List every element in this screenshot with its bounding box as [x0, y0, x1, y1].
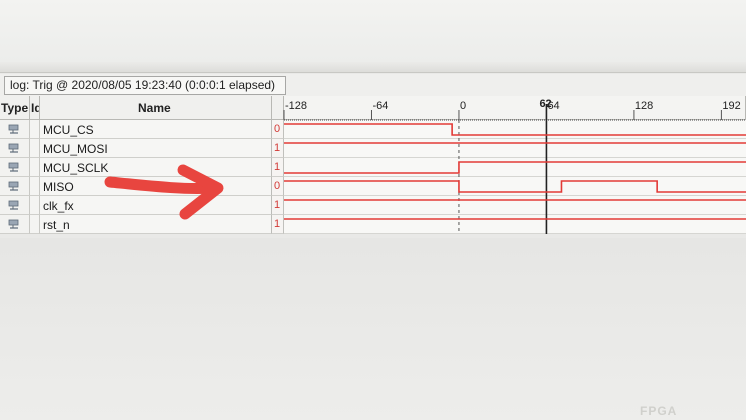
signal-id-cell	[30, 177, 40, 196]
waveform-canvas[interactable]: -128 -64 0 64 128 19262	[283, 96, 746, 238]
panel-border	[0, 62, 746, 73]
signal-type-icon	[8, 124, 19, 134]
signal-id-cell	[30, 158, 40, 177]
column-header-name[interactable]: Name	[40, 96, 272, 120]
signal-name-cell[interactable]: MCU_MOSI	[40, 139, 272, 158]
signal-grid: Type Id Name MCU_CS 0 MCU_MOSI 1 MCU_SCLK 1 MI…	[0, 96, 746, 238]
ruler-tick-label: 0	[460, 100, 466, 112]
signal-type-cell	[0, 196, 30, 215]
signal-name: MCU_MOSI	[43, 142, 108, 156]
signal-id-cell	[30, 196, 40, 215]
signal-type-cell	[0, 177, 30, 196]
signal-value-cell: 1	[272, 215, 284, 234]
signal-value-cell: 1	[272, 139, 284, 158]
signal-type-cell	[0, 158, 30, 177]
signal-name-cell[interactable]: MISO	[40, 177, 272, 196]
log-text: log: Trig @ 2020/08/05 19:23:40 (0:0:0:1…	[10, 78, 276, 92]
column-header-type[interactable]: Type	[0, 96, 30, 120]
signal-name: MCU_SCLK	[43, 161, 109, 175]
log-bar: log: Trig @ 2020/08/05 19:23:40 (0:0:0:1…	[0, 74, 746, 96]
signal-name-cell[interactable]: MCU_SCLK	[40, 158, 272, 177]
signal-id-cell	[30, 215, 40, 234]
column-header-value	[272, 96, 284, 120]
ruler-tick-label: 128	[635, 100, 653, 112]
cursor-label: 62	[539, 98, 551, 110]
signal-type-icon	[8, 219, 19, 229]
signal-name-cell[interactable]: clk_fx	[40, 196, 272, 215]
signal-waveform	[284, 180, 746, 193]
signal-id-cell	[30, 120, 40, 139]
signal-value-cell: 0	[272, 120, 284, 139]
signal-value-cell: 1	[272, 196, 284, 215]
signal-waveform	[284, 123, 746, 136]
signal-value: 1	[274, 199, 281, 211]
signal-value-cell: 1	[272, 158, 284, 177]
signal-value: 0	[274, 123, 281, 135]
signal-type-icon	[8, 181, 19, 191]
signal-name: clk_fx	[43, 199, 74, 213]
signal-type-cell	[0, 120, 30, 139]
ruler-tick-label: -128	[285, 100, 307, 112]
column-header-id[interactable]: Id	[30, 96, 40, 120]
watermark: FPGA	[640, 404, 678, 418]
signal-waveform	[284, 161, 746, 174]
signal-name-cell[interactable]: MCU_CS	[40, 120, 272, 139]
signal-id-cell	[30, 139, 40, 158]
ruler-tick-label: -64	[372, 100, 388, 112]
signal-type-cell	[0, 139, 30, 158]
background-top	[0, 0, 746, 62]
signal-value: 1	[274, 142, 281, 154]
signal-type-cell	[0, 215, 30, 234]
signal-name: rst_n	[43, 218, 70, 232]
signal-value-cell: 0	[272, 177, 284, 196]
signal-name-cell[interactable]: rst_n	[40, 215, 272, 234]
signal-name: MISO	[43, 180, 74, 194]
background-bottom	[0, 238, 746, 420]
signal-value: 1	[274, 161, 281, 173]
signal-type-icon	[8, 143, 19, 153]
signal-value: 1	[274, 218, 281, 230]
signal-type-icon	[8, 162, 19, 172]
signal-value: 0	[274, 180, 281, 192]
ruler-tick-label: 192	[722, 100, 740, 112]
signal-type-icon	[8, 200, 19, 210]
signal-name: MCU_CS	[43, 123, 94, 137]
